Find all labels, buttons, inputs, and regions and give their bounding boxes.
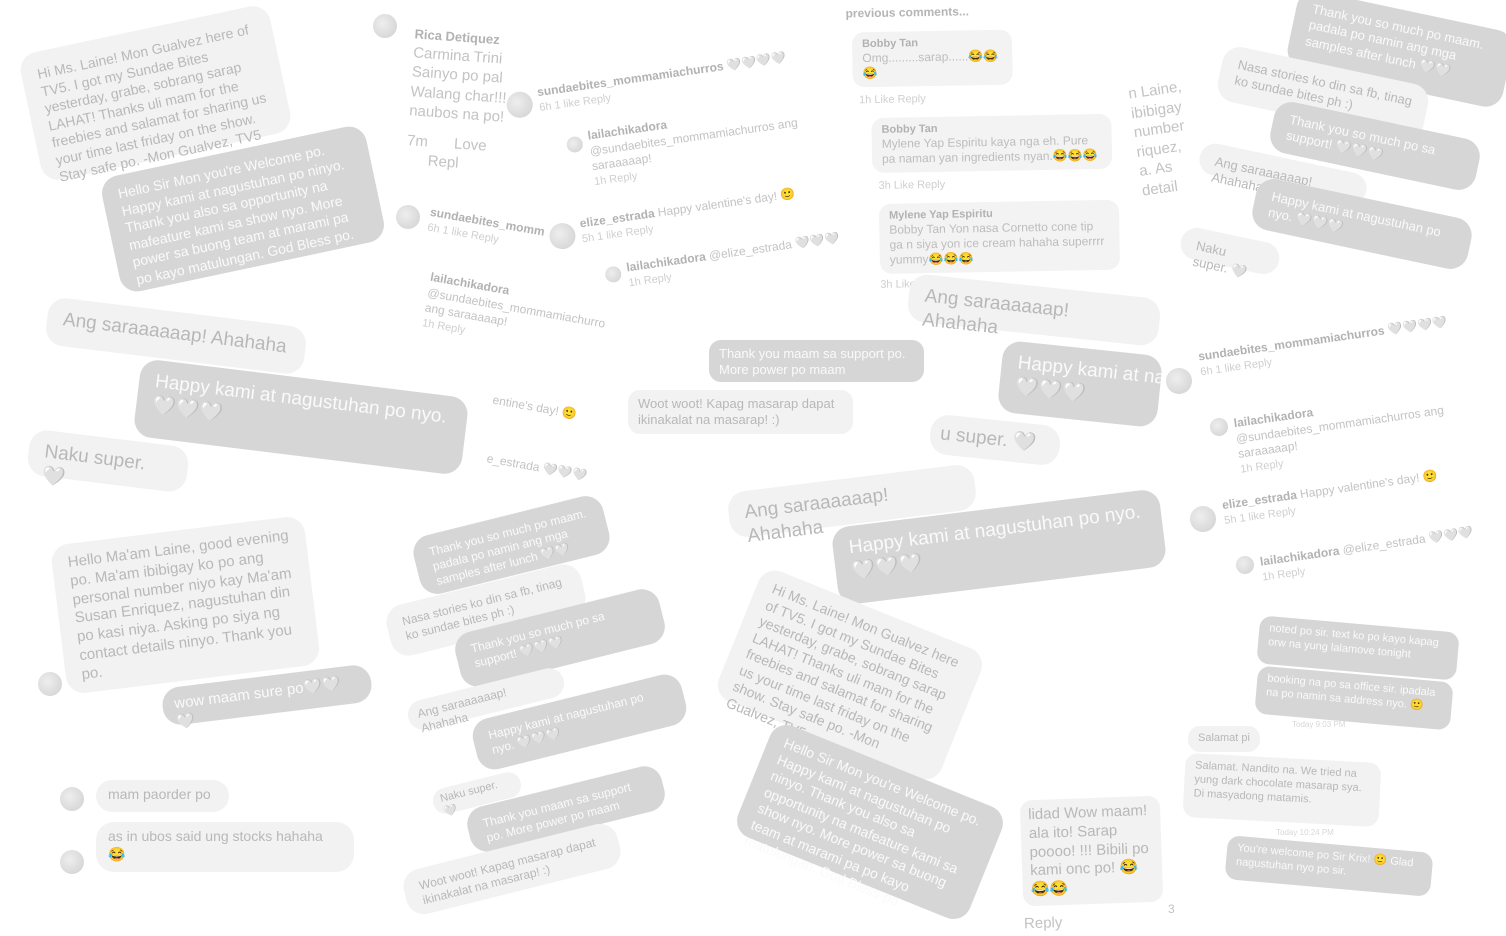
youre-welcome-krix-bubble: You're welcome po Sir Krix! 🙂 Glad nagus…: [1224, 835, 1434, 897]
avatar: [60, 787, 84, 811]
naku-super-bubble-tr: Naku super. 🤍: [1177, 224, 1283, 281]
as-in-ubos-text: as in ubos said ung stocks hahaha 😂: [108, 828, 323, 862]
bobby2-text: Mylene Yap Espiritu kaya nga eh. Pure pa…: [881, 133, 1098, 167]
wow-maam-sarap-bubble: lidad Wow maam! ala ito! Sarap poooo! !!…: [1019, 795, 1164, 907]
avatar: [1190, 506, 1216, 532]
bobby2-comment: Bobby Tan Mylene Yap Espiritu kaya nga e…: [871, 113, 1113, 174]
wow-prefix-text: lidad: [1027, 805, 1061, 824]
like-count: 3: [1168, 902, 1175, 918]
reply-button[interactable]: Repl: [427, 153, 459, 172]
ibibigay-fragment-text: n Laine, ibibigay number riquez, a. As d…: [1127, 78, 1186, 200]
avatar: [1166, 368, 1192, 394]
naku-super-text-tr: Naku super. 🤍: [1191, 238, 1249, 281]
salamat-pi-bubble: Salamat pi: [1188, 726, 1260, 752]
ang-sarap-text-left: Ang saraaaaaap! Ahahaha: [61, 309, 288, 358]
avatar: [60, 850, 84, 874]
avatar: [547, 221, 578, 251]
avatar: [604, 265, 623, 284]
happy-kami-bubble-rc: Happy kami at nagustuhan po nyo. 🤍🤍🤍: [996, 339, 1164, 429]
fb-comment-panel: previous comments... Bobby Tan Omg......…: [845, 2, 1130, 307]
ig-comment-panel: sundaebites_mommamiachurros 🤍🤍🤍🤍 6h 1 li…: [503, 8, 857, 312]
estrada-frag-text: e_estrada 🤍🤍🤍: [485, 451, 589, 483]
avatar: [38, 672, 62, 696]
woot-woot-bubble-center: Woot woot! Kapag masarap dapat ikinakala…: [628, 390, 853, 434]
thank-you-support-text-center: Thank you maam sa support po. More power…: [719, 346, 906, 378]
timestamp-903-text: Today 9:03 PM: [1292, 720, 1346, 729]
bobby-text: Omg.........sarap......😂😂😂: [862, 49, 999, 81]
noted-po-sir-text: noted po sir. text ko po kayo kapag orw …: [1267, 622, 1440, 661]
timestamp-1024-text: Today 10:24 PM: [1276, 828, 1334, 837]
avatar: [565, 135, 584, 154]
mam-paorder-text: mam paorder po: [108, 786, 211, 802]
wow-maam-sarap-fragment: lidad Wow maam! ala ito! Sarap poooo! !!…: [1019, 795, 1165, 934]
sb-comment-right: sundaebites_mommamiachurros 🤍🤍🤍🤍 6h 1 li…: [1197, 311, 1478, 380]
reply-button[interactable]: Reply: [1024, 909, 1165, 933]
as-in-ubos-bubble: as in ubos said ung stocks hahaha 😂: [96, 822, 354, 872]
woot-woot-text-cl: Woot woot! Kapag masarap dapat ikinakala…: [417, 835, 597, 908]
happy-kami-text-tr: Happy kami at nagustuhan po nyo.: [1266, 188, 1443, 240]
avatar: [1210, 418, 1228, 436]
like-count-text: 3: [1168, 902, 1175, 916]
avatar: [396, 205, 420, 229]
mon-intro-text-2: Hi Ms. Laine! Mon Gualvez here of TV5. I…: [724, 580, 962, 752]
hello-maam-laine-text: Hello Ma'am Laine, good evening po. Ma'a…: [66, 526, 293, 683]
salamat-pi-text: Salamat pi: [1198, 732, 1250, 744]
woot-woot-text-center: Woot woot! Kapag masarap dapat ikinakala…: [638, 396, 835, 428]
avatar: [373, 14, 397, 38]
ibibigay-fragment: n Laine, ibibigay number riquez, a. As d…: [1127, 76, 1203, 200]
hello-maam-laine-bubble: Hello Ma'am Laine, good evening po. Ma'a…: [49, 515, 322, 695]
timestamp-1024: Today 10:24 PM: [1276, 828, 1334, 838]
hello-sir-mon-text-2: Hello Sir Mon you're Welcome po. Happy k…: [742, 734, 984, 911]
love-button[interactable]: Love: [453, 135, 487, 154]
bobby2-meta: 3h Like Reply: [878, 179, 946, 193]
naku-super-text-left: Naku super. 🤍: [40, 441, 147, 489]
valentine-frag-text: entine's day! 🙂: [491, 392, 578, 422]
laila2-comment-right: lailachikadora @elize_estrada 🤍🤍🤍 1h Rep…: [1259, 521, 1501, 584]
u-super-text: u super. 🤍: [939, 423, 1038, 455]
mylene-text: Bobby Tan Yon nasa Cornetto cone tip ga …: [889, 219, 1105, 268]
valentine-fragment: entine's day! 🙂: [491, 393, 578, 423]
laila-comment-right: lailachikadora @sundaebites_mommamiachur…: [1233, 384, 1469, 476]
youre-welcome-krix-text: You're welcome po Sir Krix! 🙂 Glad nagus…: [1235, 841, 1414, 878]
bobby-comment: Bobby Tan Omg.........sarap......😂😂😂: [851, 29, 1013, 88]
thank-you-support-bubble-center: Thank you maam sa support po. More power…: [709, 340, 924, 382]
booking-na-po-text: booking na po sa office sir. ipadala na …: [1265, 672, 1436, 712]
u-super-bubble: u super. 🤍: [928, 413, 1062, 467]
rica-time: 7m: [406, 131, 429, 151]
previous-comments-link[interactable]: previous comments...: [845, 2, 1125, 22]
estrada-fragment: e_estrada 🤍🤍🤍: [485, 451, 588, 484]
salamat-nandito-text: Salamat. Nandito na. We tried na yung da…: [1193, 759, 1363, 806]
salamat-nandito-bubble: Salamat. Nandito na. We tried na yung da…: [1182, 752, 1382, 828]
mylene-comment: Mylene Yap Espiritu Bobby Tan Yon nasa C…: [878, 199, 1121, 275]
timestamp-903: Today 9:03 PM: [1292, 720, 1345, 730]
wow-maam-text: wow maam sure po🤍🤍🤍: [173, 675, 342, 731]
ang-sarap-text-rc: Ang saraaaaaap! Ahahaha: [921, 285, 1070, 339]
bobby-meta: 1h Like Reply: [858, 93, 926, 107]
avatar: [1236, 556, 1254, 574]
mam-paorder-bubble: mam paorder po: [96, 780, 229, 812]
